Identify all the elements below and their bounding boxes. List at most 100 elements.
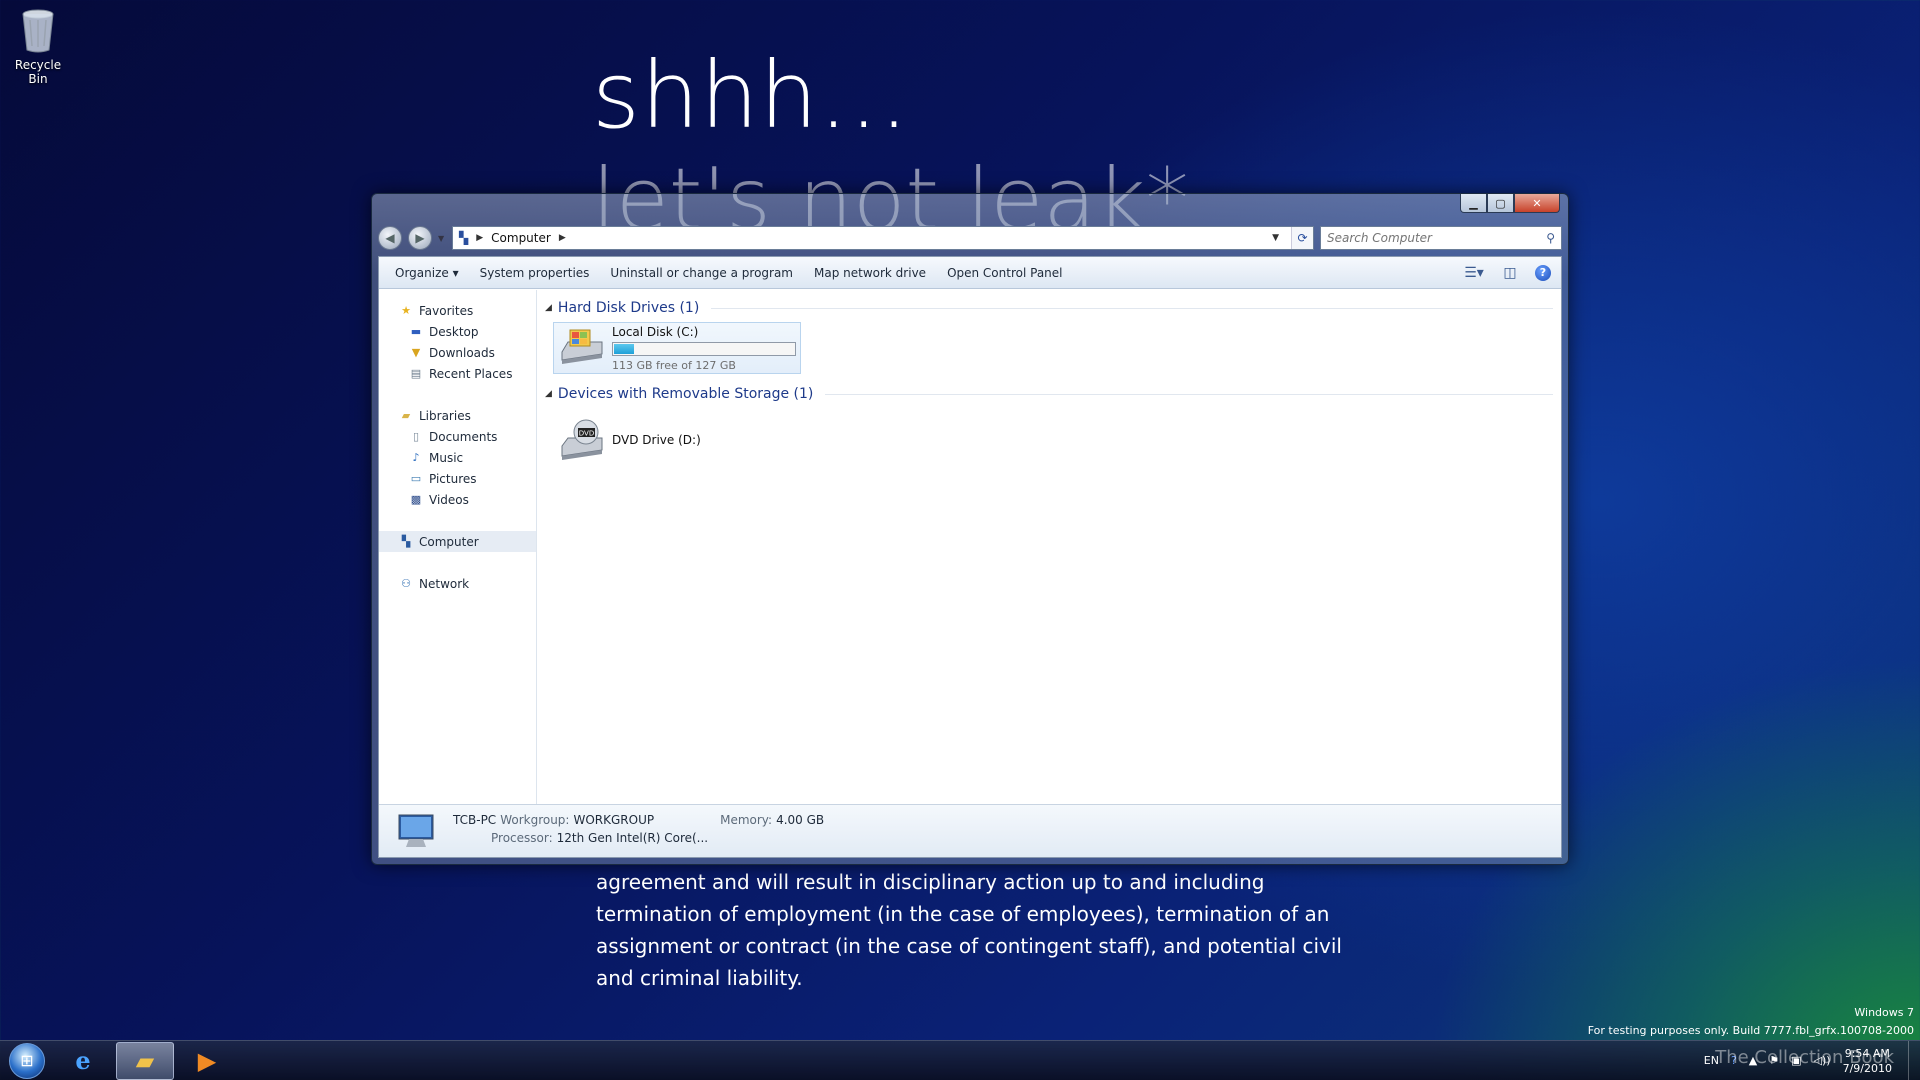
- taskbar-media-player[interactable]: ▶: [178, 1042, 236, 1080]
- refresh-icon: ⟳: [1297, 231, 1308, 245]
- drive-d-tile[interactable]: DVD DVD Drive (D:): [553, 414, 801, 466]
- caption-buttons: ▁ ▢ ✕: [1460, 194, 1560, 213]
- system-properties-button[interactable]: System properties: [474, 266, 605, 280]
- pictures-icon: ▭: [410, 472, 422, 485]
- pc-name: TCB-PC: [453, 813, 497, 827]
- taskbar-internet-explorer[interactable]: e: [54, 1042, 112, 1080]
- breadcrumb-chevron-icon[interactable]: ▶: [476, 233, 483, 243]
- organize-menu[interactable]: Organize ▾: [389, 266, 474, 280]
- os-name: Windows 7: [1854, 1006, 1914, 1019]
- computer-large-icon: [393, 811, 439, 851]
- downloads-icon: ▼: [411, 346, 421, 359]
- nav-network[interactable]: ⚇ Network: [379, 573, 536, 594]
- nav-videos[interactable]: ▩ Videos: [379, 489, 536, 510]
- media-player-icon: ▶: [197, 1046, 217, 1075]
- dvd-drive-icon: DVD: [558, 418, 606, 462]
- videos-icon: ▩: [410, 493, 422, 506]
- recent-pages-dropdown[interactable]: ▼: [438, 234, 446, 243]
- navigation-pane: ★ Favorites ▬ Desktop ▼ Downloads ▤ Recent P…: [379, 290, 537, 804]
- address-row: ◀ ▶ ▼ ▚ ▶ Computer ▶ ▼ ⟳ ⚲: [378, 224, 1562, 252]
- search-icon[interactable]: ⚲: [1546, 231, 1555, 245]
- computer-small-icon: ▚: [459, 231, 469, 245]
- map-network-drive-button[interactable]: Map network drive: [808, 266, 941, 280]
- nav-libraries[interactable]: ▰ Libraries: [379, 405, 536, 426]
- recycle-bin-icon: [18, 6, 58, 54]
- address-dropdown-icon[interactable]: ▼: [1272, 233, 1283, 243]
- processor-value: 12th Gen Intel(R) Core(...: [556, 831, 709, 845]
- nav-recent-places[interactable]: ▤ Recent Places: [379, 363, 536, 384]
- nav-favorites[interactable]: ★ Favorites: [379, 300, 536, 321]
- search-input[interactable]: [1327, 231, 1547, 245]
- memory-label: Memory:: [720, 813, 773, 827]
- back-arrow-icon: ◀: [385, 231, 395, 245]
- wallpaper-title: shhh...: [592, 42, 910, 149]
- svg-text:DVD: DVD: [579, 430, 594, 438]
- explorer-window: ▁ ▢ ✕ ◀ ▶ ▼ ▚ ▶ Computer ▶ ▼ ⟳ ⚲ Organiz…: [371, 193, 1569, 865]
- processor-label: Processor:: [491, 831, 553, 845]
- collapse-triangle-icon[interactable]: ◢: [545, 303, 552, 313]
- start-button[interactable]: ⊞: [4, 1041, 50, 1080]
- memory-value: 4.00 GB: [776, 813, 825, 827]
- taskbar-windows-explorer[interactable]: ▰: [116, 1041, 174, 1080]
- search-box[interactable]: ⚲: [1320, 226, 1562, 250]
- drive-d-name: DVD Drive (D:): [612, 433, 701, 447]
- breadcrumb-computer[interactable]: Computer: [491, 231, 551, 245]
- refresh-button[interactable]: ⟳: [1291, 227, 1313, 249]
- command-bar: Organize ▾ System properties Uninstall o…: [379, 257, 1561, 289]
- computer-icon: ▚: [401, 535, 411, 548]
- workgroup-label: Workgroup:: [500, 813, 570, 827]
- breadcrumb-chevron-icon[interactable]: ▶: [559, 233, 566, 243]
- hard-drive-icon: [558, 326, 606, 370]
- drive-c-tile[interactable]: Local Disk (C:) 113 GB free of 127 GB: [553, 322, 801, 374]
- music-icon: ♪: [412, 451, 420, 464]
- group-hard-disk-drives[interactable]: ◢ Hard Disk Drives (1): [545, 298, 1553, 318]
- nav-music[interactable]: ♪ Music: [379, 447, 536, 468]
- star-icon: ★: [401, 304, 411, 317]
- maximize-button[interactable]: ▢: [1487, 194, 1514, 213]
- maximize-icon: ▢: [1495, 196, 1506, 210]
- drive-c-name: Local Disk (C:): [612, 324, 699, 339]
- collection-book-watermark: The Collection Book: [1715, 1047, 1894, 1068]
- show-desktop-button[interactable]: [1908, 1040, 1920, 1080]
- uninstall-program-button[interactable]: Uninstall or change a program: [604, 266, 808, 280]
- content-pane: ◢ Hard Disk Drives (1) Local Disk (C:) 1…: [537, 290, 1561, 804]
- minimize-icon: ▁: [1469, 196, 1478, 210]
- wallpaper-paragraph: agreement and will result in disciplinar…: [596, 870, 1342, 990]
- minimize-button[interactable]: ▁: [1460, 194, 1487, 213]
- change-view-icon[interactable]: ☰▾: [1463, 262, 1485, 284]
- address-bar[interactable]: ▚ ▶ Computer ▶ ▼ ⟳: [452, 226, 1314, 250]
- nav-desktop[interactable]: ▬ Desktop: [379, 321, 536, 342]
- group-removable-storage[interactable]: ◢ Devices with Removable Storage (1): [545, 384, 1553, 404]
- drive-c-free-space: 113 GB free of 127 GB: [612, 358, 736, 372]
- forward-button[interactable]: ▶: [408, 226, 432, 250]
- workgroup-value: WORKGROUP: [573, 813, 655, 827]
- internet-explorer-icon: e: [75, 1046, 91, 1075]
- window-client: Organize ▾ System properties Uninstall o…: [378, 256, 1562, 858]
- nav-documents[interactable]: ▯ Documents: [379, 426, 536, 447]
- taskbar: ⊞ e ▰ ▶ EN ? ▲ ⚑ ▣ ◁)) 9:54 AM 7/9/2010: [0, 1040, 1920, 1080]
- recycle-bin-label: Recycle Bin: [14, 58, 62, 86]
- network-icon: ⚇: [401, 577, 411, 590]
- back-button[interactable]: ◀: [378, 226, 402, 250]
- collapse-triangle-icon[interactable]: ◢: [545, 389, 552, 399]
- close-button[interactable]: ✕: [1514, 194, 1560, 213]
- help-icon[interactable]: ?: [1535, 264, 1551, 281]
- close-icon: ✕: [1532, 196, 1542, 210]
- recycle-bin-shortcut[interactable]: Recycle Bin: [4, 6, 72, 86]
- desktop-icon: ▬: [410, 325, 422, 338]
- details-pane: TCB-PC Workgroup: WORKGROUP Memory: 4.00…: [379, 804, 1561, 857]
- recent-places-icon: ▤: [410, 367, 422, 380]
- forward-arrow-icon: ▶: [415, 231, 425, 245]
- nav-downloads[interactable]: ▼ Downloads: [379, 342, 536, 363]
- open-control-panel-button[interactable]: Open Control Panel: [941, 266, 1077, 280]
- explorer-body: ★ Favorites ▬ Desktop ▼ Downloads ▤ Recent P…: [379, 290, 1561, 804]
- drive-c-usage-fill: [614, 343, 635, 354]
- drive-c-usage-bar: [612, 341, 796, 356]
- nav-computer[interactable]: ▚ Computer: [379, 531, 536, 552]
- nav-pictures[interactable]: ▭ Pictures: [379, 468, 536, 489]
- libraries-icon: ▰: [401, 409, 411, 422]
- documents-icon: ▯: [412, 430, 420, 443]
- preview-pane-icon[interactable]: ◫: [1499, 262, 1521, 284]
- build-watermark: Windows 7 For testing purposes only. Bui…: [1588, 1004, 1914, 1040]
- windows-logo-icon: ⊞: [9, 1042, 45, 1079]
